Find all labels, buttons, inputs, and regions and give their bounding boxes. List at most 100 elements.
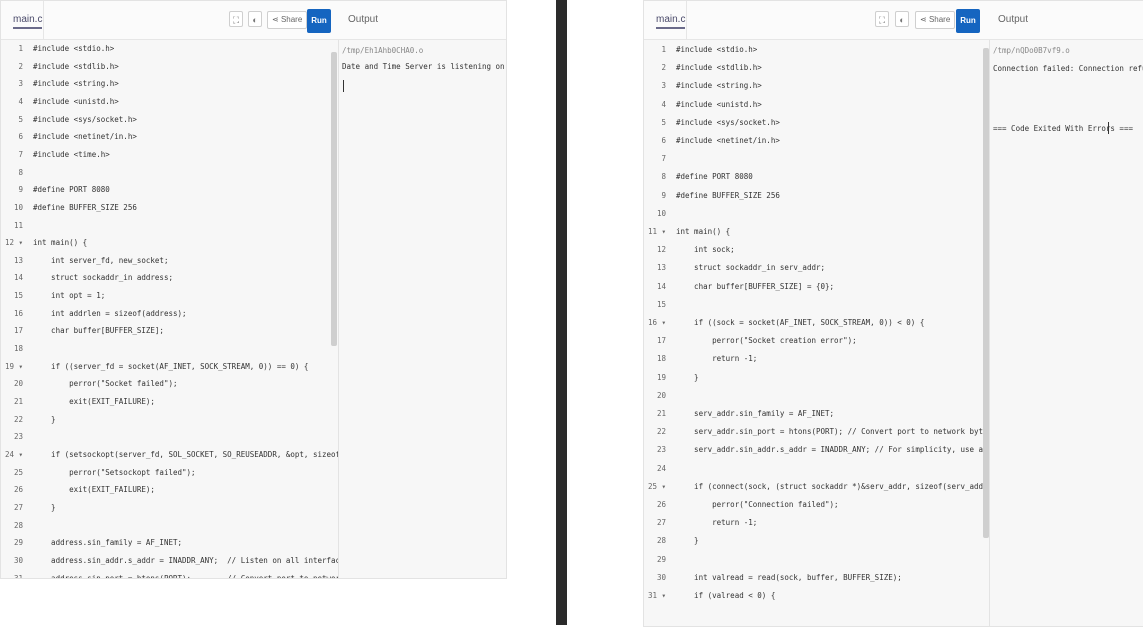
line-number: 15 [656,299,666,309]
line-number: 10 [13,202,23,212]
line-number: 24 ▾ [4,449,23,459]
code-line: 24 [644,460,676,477]
left-output-cursor [343,80,344,92]
line-number: 23 [13,432,23,442]
code-line: 7 [644,150,676,167]
code-line: 5 #include <sys/socket.h> [1,111,136,128]
right-code-editor[interactable]: 1 #include <stdio.h> 2 #include <stdlib.h> 3… [644,40,1028,626]
line-number: 16 ▾ [647,318,666,327]
code-line: 10 #define BUFFER_SIZE 256 [1,199,137,216]
left-file-tab-label: main.c [13,14,43,29]
line-number: 14 [656,281,666,291]
line-number: 8 [18,167,23,177]
code-text: perror("Socket creation error"); [676,336,857,346]
right-theme-toggle-icon[interactable]: ◐ [895,11,909,27]
line-number: 4 [661,99,666,109]
code-line: 20 [644,387,676,404]
line-number: 12 [656,245,666,255]
right-output-text: Connection failed: Connection refused [993,64,1143,73]
line-number: 19 ▾ [4,361,23,371]
code-text: #include <string.h> [33,79,119,89]
code-line: 23 [1,428,33,445]
line-number: 28 [656,536,666,546]
left-run-label: Run [311,16,327,25]
code-text: int valread = read(sock, buffer, BUFFER_… [676,572,902,582]
code-line: 3 #include <string.h> [644,77,761,94]
right-share-icon: ⋖ [920,15,927,24]
right-output-label: Output [998,14,1029,25]
code-text: #define BUFFER_SIZE 256 [33,202,137,212]
code-line: 29 address.sin_family = AF_INET; [1,534,182,551]
code-line: 21 serv_addr.sin_family = AF_INET; [644,405,834,422]
code-text: #define PORT 8080 [33,185,110,195]
code-text: if (connect(sock, (struct sockaddr *)&se… [676,481,1029,491]
left-output-label: Output [348,14,379,25]
code-text: if ((sock = socket(AF_INET, SOCK_STREAM,… [676,318,925,327]
line-number: 31 [13,573,23,579]
code-line: 12 ▾ int main() { [1,234,87,251]
screen-divider [556,0,567,625]
code-text: #include <netinet/in.h> [33,132,137,142]
left-compiler-window: main.c ⛶ ◐ ⋖ Share Run Output 1 #include … [0,0,507,579]
code-line: 6 #include <netinet/in.h> [1,128,137,145]
left-code-editor[interactable]: 1 #include <stdio.h> 2 #include <stdlib.h> 3… [1,40,394,579]
code-line: 22 serv_addr.sin_port = htons(PORT); // … [644,423,1015,440]
code-line: 17 perror("Socket creation error"); [644,332,857,349]
right-run-button[interactable]: Run [956,9,980,33]
right-share-button[interactable]: ⋖ Share [915,11,956,29]
code-text: address.sin_family = AF_INET; [33,538,183,548]
left-theme-toggle-icon[interactable]: ◐ [248,11,262,27]
code-line: 1 #include <stdio.h> [1,40,114,57]
right-file-tab[interactable]: main.c [644,1,687,39]
code-line: 28 } [644,532,699,549]
code-line: 16 int addrlen = sizeof(address); [1,305,187,322]
code-line: 26 exit(EXIT_FAILURE); [1,481,155,498]
code-text: } [33,414,56,424]
code-line: 14 struct sockaddr_in address; [1,269,173,286]
code-line: 8 #define PORT 8080 [644,168,753,185]
code-line: 21 exit(EXIT_FAILURE); [1,393,155,410]
line-number: 7 [18,149,23,159]
line-number: 21 [13,397,23,406]
line-number: 15 [13,291,23,301]
code-line: 29 [644,551,676,568]
line-number: 2 [18,61,23,71]
code-line: 11 ▾ int main() { [644,223,730,240]
left-output-path: /tmp/Eh1Ahb0CHA0.o [342,46,424,55]
line-number: 6 [18,132,23,142]
line-number: 18 [656,354,666,364]
line-number: 7 [661,154,666,164]
code-text: #include <stdio.h> [33,44,115,53]
code-line: 28 [1,517,33,534]
code-line: 13 int server_fd, new_socket; [1,252,169,269]
code-text: if (valread < 0) { [676,591,776,600]
code-text: } [676,536,699,546]
code-line: 18 [1,340,33,357]
line-number: 25 ▾ [647,481,666,491]
code-line: 15 int opt = 1; [1,287,105,304]
left-file-tab[interactable]: main.c [1,1,44,39]
line-number: 30 [13,555,23,565]
code-text: char buffer[BUFFER_SIZE] = {0}; [676,281,835,291]
line-number: 11 [13,220,23,230]
code-line: 11 [1,217,33,234]
code-text: } [676,372,699,382]
line-number: 1 [661,45,666,54]
left-share-button[interactable]: ⋖ Share [267,11,308,29]
code-text: #include <stdlib.h> [676,63,762,73]
right-fullscreen-icon[interactable]: ⛶ [875,11,889,27]
code-text: return -1; [676,518,758,528]
line-number: 23 [656,445,666,455]
code-line: 4 #include <unistd.h> [644,96,761,113]
code-text: #define PORT 8080 [676,172,753,182]
left-fullscreen-icon[interactable]: ⛶ [229,11,243,27]
code-line: 2 #include <stdlib.h> [1,58,118,75]
line-number: 17 [656,336,666,346]
code-line: 9 #define PORT 8080 [1,181,110,198]
left-output-text: Date and Time Server is listening on por… [342,62,505,71]
left-editor-scrollbar[interactable] [331,52,337,346]
line-number: 6 [661,136,666,145]
line-number: 20 [656,390,666,400]
left-run-button[interactable]: Run [307,9,331,33]
code-text: int main() { [33,238,88,248]
